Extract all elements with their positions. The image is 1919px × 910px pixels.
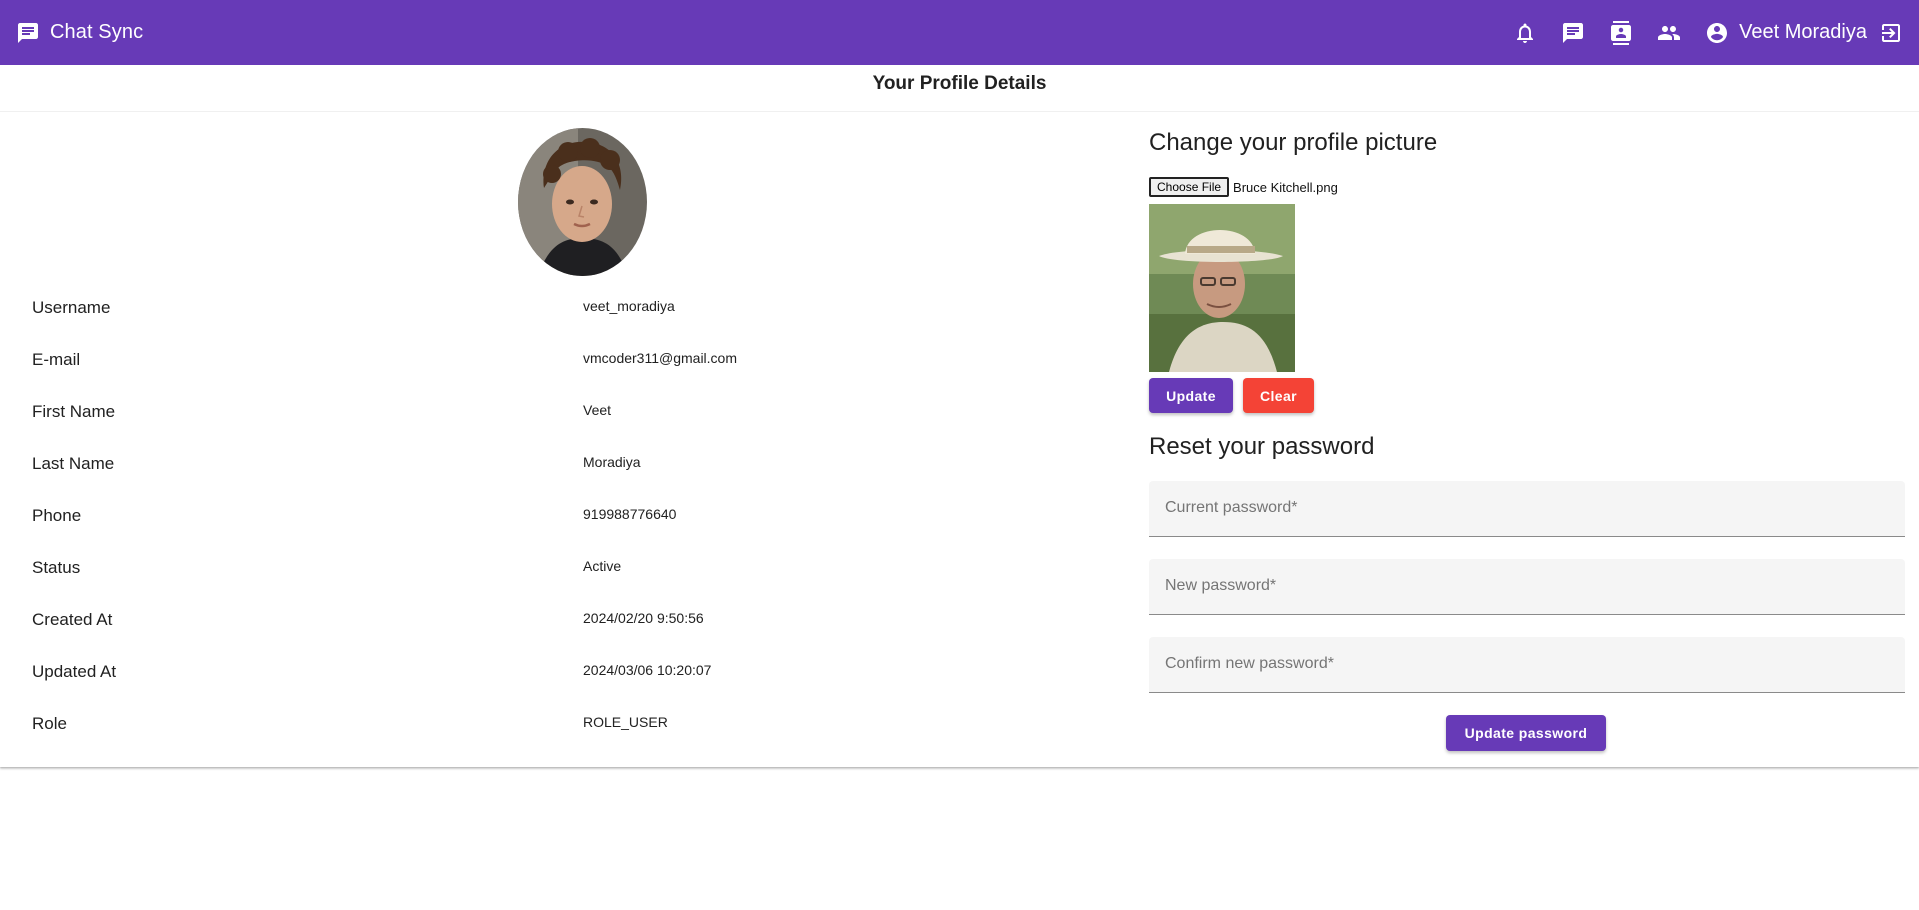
logout-icon[interactable] — [1879, 21, 1903, 45]
new-password-placeholder: New password* — [1165, 577, 1277, 594]
app-title: Chat Sync — [50, 21, 144, 43]
clear-picture-button[interactable]: Clear — [1243, 378, 1314, 413]
notifications-icon[interactable] — [1513, 21, 1537, 45]
detail-value: Moradiya — [583, 454, 641, 470]
chat-logo-icon — [16, 21, 40, 45]
top-toolbar: Chat Sync Veet Moradiya — [0, 0, 1919, 65]
current-password-placeholder: Current password* — [1165, 499, 1298, 516]
picture-preview — [1149, 204, 1295, 372]
detail-row-username: Username veet_moradiya — [32, 282, 832, 334]
detail-label: E-mail — [32, 350, 81, 369]
profile-picture-heading: Change your profile picture — [1149, 129, 1438, 156]
detail-row-status: Status Active — [32, 542, 832, 594]
chat-icon[interactable] — [1561, 21, 1585, 45]
profile-avatar — [518, 128, 647, 276]
detail-label: Username — [32, 298, 111, 317]
detail-label: Updated At — [32, 662, 117, 681]
new-password-field[interactable]: New password* — [1149, 559, 1905, 615]
update-password-button[interactable]: Update password — [1446, 715, 1606, 751]
groups-icon[interactable] — [1657, 21, 1681, 45]
detail-label: Phone — [32, 506, 82, 525]
update-picture-button[interactable]: Update — [1149, 378, 1233, 413]
confirm-password-field[interactable]: Confirm new password* — [1149, 637, 1905, 693]
current-password-field[interactable]: Current password* — [1149, 481, 1905, 537]
selected-file-name: Bruce Kitchell.png — [1233, 179, 1338, 195]
detail-row-role: Role ROLE_USER — [32, 698, 832, 750]
detail-value: Active — [583, 558, 622, 574]
detail-value: 2024/03/06 10:20:07 — [583, 662, 712, 678]
page-title: Your Profile Details — [0, 65, 1919, 112]
file-picker: Choose File Bruce Kitchell.png — [1149, 177, 1338, 197]
detail-label: First Name — [32, 402, 116, 421]
detail-value: Veet — [583, 402, 612, 418]
choose-file-button[interactable]: Choose File — [1149, 177, 1230, 197]
detail-row-last-name: Last Name Moradiya — [32, 438, 832, 490]
reset-password-heading: Reset your password — [1149, 433, 1375, 460]
detail-row-updated-at: Updated At 2024/03/06 10:20:07 — [32, 646, 832, 698]
contacts-icon[interactable] — [1609, 20, 1633, 45]
user-name[interactable]: Veet Moradiya — [1739, 21, 1867, 44]
account-circle-icon[interactable] — [1705, 21, 1729, 45]
detail-value: 2024/02/20 9:50:56 — [583, 610, 704, 626]
detail-row-first-name: First Name Veet — [32, 386, 832, 438]
detail-row-phone: Phone 919988776640 — [32, 490, 832, 542]
detail-label: Last Name — [32, 454, 115, 473]
detail-value: vmcoder311@gmail.com — [583, 350, 738, 366]
profile-card: Your Profile Details Username veet_morad… — [0, 65, 1919, 767]
detail-value: ROLE_USER — [583, 714, 668, 730]
detail-label: Created At — [32, 610, 113, 629]
detail-label: Status — [32, 558, 81, 577]
detail-value: veet_moradiya — [583, 298, 675, 314]
confirm-password-placeholder: Confirm new password* — [1165, 655, 1334, 672]
detail-row-created-at: Created At 2024/02/20 9:50:56 — [32, 594, 832, 646]
brand[interactable]: Chat Sync — [16, 21, 143, 45]
detail-row-email: E-mail vmcoder311@gmail.com — [32, 334, 832, 386]
detail-label: Role — [32, 714, 67, 733]
top-nav: Veet Moradiya — [1513, 0, 1903, 65]
detail-value: 919988776640 — [583, 506, 677, 522]
